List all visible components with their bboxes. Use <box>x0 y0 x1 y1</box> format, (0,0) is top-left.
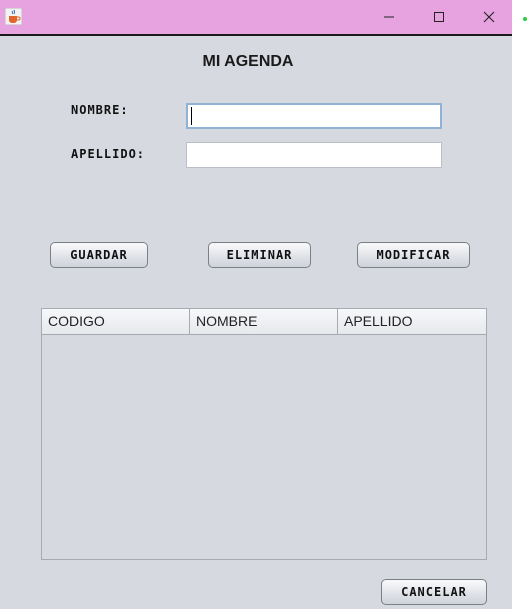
eliminar-button[interactable]: ELIMINAR <box>208 242 311 268</box>
apellido-label: APELLIDO: <box>71 147 146 161</box>
maximize-button[interactable] <box>416 0 462 34</box>
page-title: MI AGENDA <box>202 53 294 70</box>
maximize-icon <box>434 12 444 22</box>
column-header-apellido[interactable]: APELLIDO <box>338 309 486 334</box>
close-icon <box>483 11 495 23</box>
apellido-input[interactable] <box>186 142 442 168</box>
minimize-button[interactable] <box>366 0 412 34</box>
status-dot <box>523 17 527 21</box>
cancelar-button[interactable]: CANCELAR <box>381 579 487 605</box>
nombre-label: NOMBRE: <box>71 103 129 117</box>
column-header-codigo[interactable]: CODIGO <box>42 309 190 334</box>
close-button[interactable] <box>466 0 512 34</box>
guardar-button[interactable]: GUARDAR <box>50 242 148 268</box>
contacts-table[interactable]: CODIGO NOMBRE APELLIDO <box>41 308 487 560</box>
modificar-button[interactable]: MODIFICAR <box>357 242 470 268</box>
table-header: CODIGO NOMBRE APELLIDO <box>42 309 486 335</box>
title-bar[interactable] <box>0 0 512 36</box>
nombre-input[interactable] <box>186 103 442 129</box>
java-cup-icon <box>5 8 22 25</box>
text-caret <box>191 107 192 125</box>
agenda-window: MI AGENDA NOMBRE: APELLIDO: GUARDAR ELIM… <box>0 0 512 609</box>
column-header-nombre[interactable]: NOMBRE <box>190 309 338 334</box>
minimize-icon <box>384 16 394 18</box>
